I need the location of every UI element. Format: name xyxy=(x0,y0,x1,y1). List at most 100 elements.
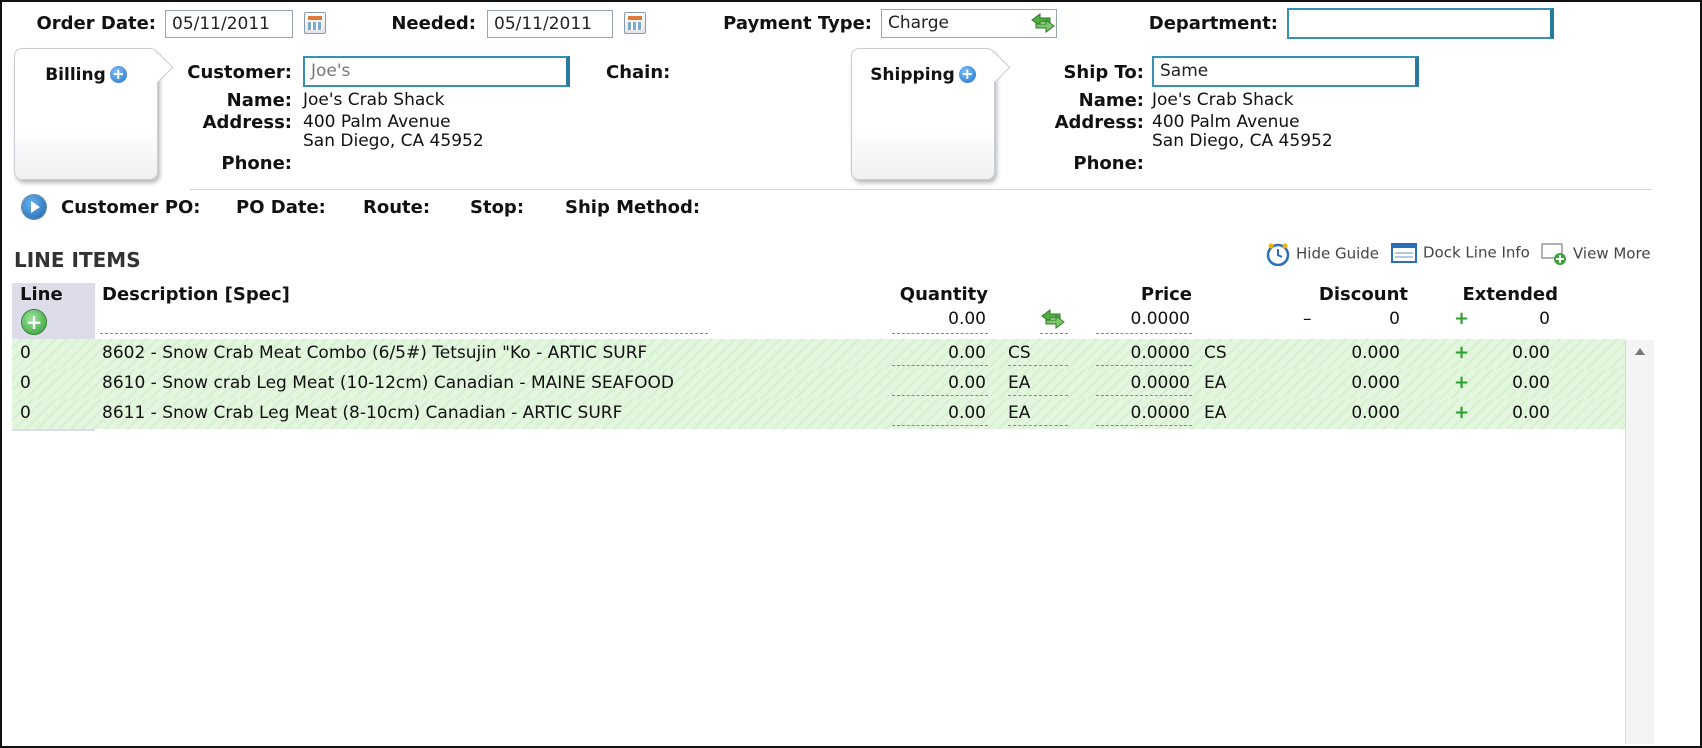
view-more-button[interactable]: View More xyxy=(1541,242,1651,266)
col-header-extended: Extended xyxy=(1462,284,1558,305)
department-input[interactable] xyxy=(1287,8,1554,39)
row-qty-unit[interactable]: EA xyxy=(1008,403,1030,423)
billing-phone-label: Phone: xyxy=(221,153,292,174)
row-qty-unit[interactable]: EA xyxy=(1008,373,1030,393)
needed-label: Needed: xyxy=(391,13,476,34)
col-header-description: Description [Spec] xyxy=(102,284,290,305)
table-row[interactable]: 0 8602 - Snow Crab Meat Combo (6/5#) Tet… xyxy=(12,339,1625,369)
ship-to-input[interactable]: Same xyxy=(1152,56,1419,87)
new-line-price-underline xyxy=(1096,333,1192,334)
col-header-quantity: Quantity xyxy=(899,284,988,305)
billing-title-text: Billing xyxy=(45,65,106,85)
new-line-description-field[interactable] xyxy=(100,333,708,334)
shipping-address-label: Address: xyxy=(1054,112,1144,133)
row-price-unit: EA xyxy=(1204,373,1227,393)
row-extended: 0.00 xyxy=(1512,343,1550,363)
shipping-address-line1: 400 Palm Avenue xyxy=(1152,112,1300,132)
chain-label: Chain: xyxy=(606,62,671,83)
hide-guide-label: Hide Guide xyxy=(1296,244,1380,263)
section-divider xyxy=(190,189,1652,190)
new-line-quantity-underline xyxy=(892,333,988,334)
row-qty-unit[interactable]: CS xyxy=(1008,343,1031,363)
row-extended: 0.00 xyxy=(1512,403,1550,423)
row-quantity[interactable]: 0.00 xyxy=(890,373,986,393)
billing-address-line1: 400 Palm Avenue xyxy=(303,112,451,132)
ship-to-label: Ship To: xyxy=(1063,62,1144,83)
order-info-expand-play-circle-icon[interactable] xyxy=(22,195,46,219)
table-row[interactable]: 0 8610 - Snow crab Leg Meat (10-12cm) Ca… xyxy=(12,369,1625,399)
col-header-line: Line xyxy=(20,284,63,305)
row-line: 0 xyxy=(20,343,31,363)
row-quantity[interactable]: 0.00 xyxy=(890,343,986,363)
payment-swap-icon[interactable] xyxy=(1030,12,1056,34)
needed-input[interactable]: 05/11/2011 xyxy=(487,10,613,38)
row-quantity-underline xyxy=(892,425,988,426)
view-more-plus-icon xyxy=(1541,243,1566,265)
row-price-underline xyxy=(1096,365,1192,366)
billing-name-value: Joe's Crab Shack xyxy=(303,90,445,110)
line-items-title: LINE ITEMS xyxy=(14,248,141,272)
row-discount[interactable]: 0.000 xyxy=(1302,343,1400,363)
department-label: Department: xyxy=(1148,13,1278,34)
add-line-icon[interactable]: + xyxy=(22,310,46,334)
billing-title: Billing + xyxy=(15,65,157,85)
col-header-price: Price xyxy=(1140,284,1192,305)
dock-window-icon xyxy=(1391,243,1417,263)
shipping-title: Shipping + xyxy=(852,65,994,85)
row-quantity-underline xyxy=(892,365,988,366)
row-line: 0 xyxy=(20,403,31,423)
row-discount[interactable]: 0.000 xyxy=(1302,373,1400,393)
row-quantity[interactable]: 0.00 xyxy=(890,403,986,423)
order-date-input[interactable]: 05/11/2011 xyxy=(165,10,293,38)
shipping-title-text: Shipping xyxy=(870,65,955,85)
new-line-price[interactable]: 0.0000 xyxy=(1094,309,1190,329)
new-line-quantity[interactable]: 0.00 xyxy=(890,309,986,329)
billing-name-label: Name: xyxy=(226,90,292,111)
dock-line-info-button[interactable]: Dock Line Info xyxy=(1391,242,1530,264)
row-price-unit: CS xyxy=(1204,343,1227,363)
hide-guide-button[interactable]: Hide Guide xyxy=(1266,242,1379,266)
line-items-scrollbar[interactable] xyxy=(1625,340,1654,744)
ship-method-label: Ship Method: xyxy=(565,197,701,218)
row-qty-unit-underline xyxy=(1008,365,1068,366)
shipping-name-value: Joe's Crab Shack xyxy=(1152,90,1294,110)
customer-input[interactable]: Joe's xyxy=(303,56,570,87)
row-price[interactable]: 0.0000 xyxy=(1094,343,1190,363)
row-price[interactable]: 0.0000 xyxy=(1094,373,1190,393)
row-price-underline xyxy=(1096,425,1192,426)
row-description: 8602 - Snow Crab Meat Combo (6/5#) Tetsu… xyxy=(102,343,648,363)
col-header-discount: Discount xyxy=(1318,284,1408,305)
new-line-discount[interactable]: 0 xyxy=(1340,309,1400,329)
shipping-card[interactable]: Shipping + xyxy=(851,48,1011,180)
shipping-plus-circle-icon[interactable]: + xyxy=(958,66,976,83)
stop-label: Stop: xyxy=(470,197,525,218)
row-line: 0 xyxy=(20,373,31,393)
route-label: Route: xyxy=(363,197,431,218)
row-description: 8611 - Snow Crab Leg Meat (8-10cm) Canad… xyxy=(102,403,623,423)
order-date-label: Order Date: xyxy=(36,13,156,34)
new-line-discount-sign[interactable]: – xyxy=(1303,309,1312,329)
order-date-calendar-icon[interactable] xyxy=(304,12,326,34)
billing-address-line2: San Diego, CA 45952 xyxy=(303,131,484,151)
new-line-swap-arrows-icon[interactable] xyxy=(1040,308,1066,330)
po-date-label: PO Date: xyxy=(236,197,326,218)
scroll-up-arrow-icon[interactable] xyxy=(1635,348,1645,355)
row-discount[interactable]: 0.000 xyxy=(1302,403,1400,423)
view-more-label: View More xyxy=(1573,244,1651,263)
needed-calendar-icon[interactable] xyxy=(624,12,646,34)
clock-icon xyxy=(1266,243,1290,266)
new-line-unit-underline xyxy=(1040,333,1068,334)
billing-card[interactable]: Billing + xyxy=(14,48,174,180)
row-qty-unit-underline xyxy=(1008,425,1068,426)
row-price[interactable]: 0.0000 xyxy=(1094,403,1190,423)
billing-address-label: Address: xyxy=(202,112,292,133)
new-line-extended: 0 xyxy=(1539,309,1550,329)
customer-po-label: Customer PO: xyxy=(61,197,201,218)
shipping-phone-label: Phone: xyxy=(1073,153,1144,174)
table-row[interactable]: 0 8611 - Snow Crab Leg Meat (8-10cm) Can… xyxy=(12,399,1625,429)
row-quantity-underline xyxy=(892,395,988,396)
row-description: 8610 - Snow crab Leg Meat (10-12cm) Cana… xyxy=(102,373,674,393)
billing-plus-circle-icon[interactable]: + xyxy=(109,66,127,83)
row-extended: 0.00 xyxy=(1512,373,1550,393)
row-price-underline xyxy=(1096,395,1192,396)
